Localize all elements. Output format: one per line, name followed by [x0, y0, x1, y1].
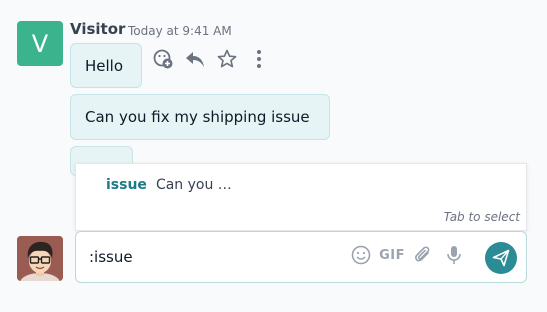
microphone-icon[interactable] — [443, 244, 465, 266]
message-text: Can you fix my shipping issue — [85, 108, 310, 126]
suggestion-preview: Can you … — [155, 177, 232, 193]
avatar-letter: V — [31, 29, 49, 58]
more-options-icon[interactable] — [248, 48, 270, 70]
canned-response-suggestions: issue Can you … Tab to select — [75, 163, 527, 231]
visitor-avatar[interactable]: V — [17, 21, 63, 66]
message-composer: GIF — [75, 231, 527, 283]
composer-tools: GIF — [350, 244, 465, 266]
message-input[interactable] — [89, 246, 329, 268]
message-actions — [152, 48, 270, 70]
user-avatar[interactable] — [17, 236, 63, 281]
suggestion-hint: Tab to select — [443, 210, 520, 224]
message-bubble: Hello — [70, 43, 142, 88]
message-text: Hello — [85, 56, 124, 75]
attachment-icon[interactable] — [412, 244, 434, 266]
suggestion-item[interactable]: issue Can you … — [106, 177, 232, 193]
star-icon[interactable] — [216, 48, 238, 70]
emoji-icon[interactable] — [350, 244, 372, 266]
reply-icon[interactable] — [184, 48, 206, 70]
suggestion-key: issue — [106, 177, 147, 193]
send-icon — [492, 249, 510, 267]
send-button[interactable] — [485, 242, 517, 274]
add-reaction-icon[interactable] — [152, 48, 174, 70]
message-bubble: Can you fix my shipping issue — [70, 94, 330, 140]
author-name[interactable]: Visitor — [70, 20, 125, 38]
message-timestamp: Today at 9:41 AM — [128, 24, 232, 38]
gif-button[interactable]: GIF — [379, 244, 404, 266]
